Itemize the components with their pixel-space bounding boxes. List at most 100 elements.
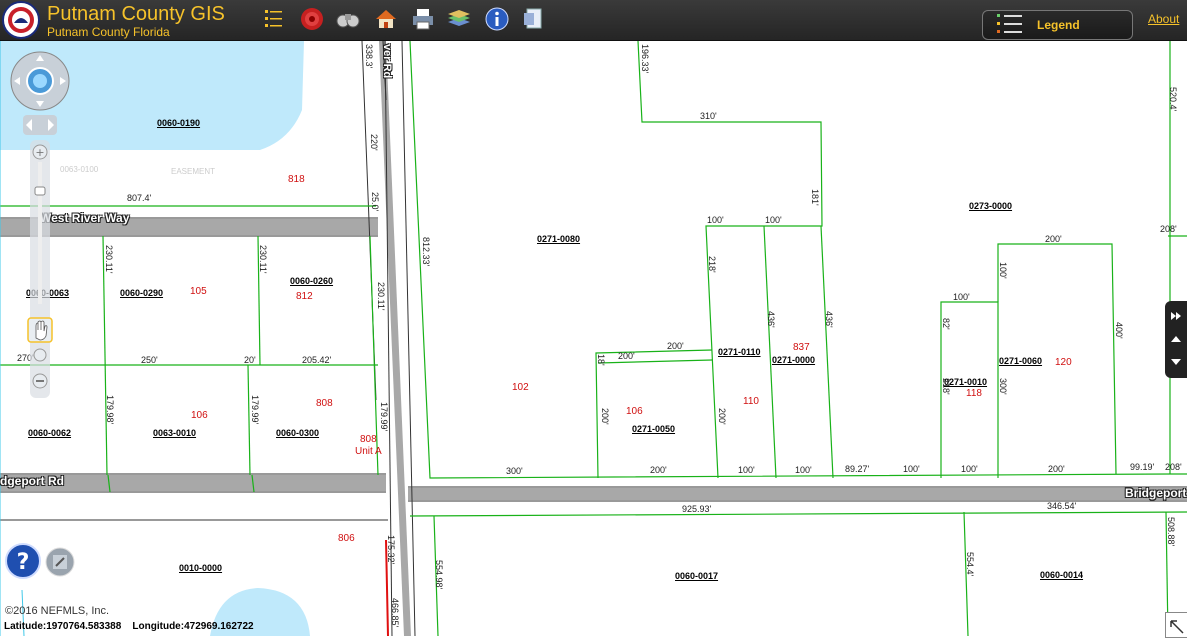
dimension-label-vertical: 508.88'	[1166, 517, 1176, 547]
zoom-refresh-icon[interactable]	[33, 348, 47, 362]
dimension-label: 100'	[961, 464, 978, 474]
layers-list-icon	[265, 10, 282, 27]
overview-map-button[interactable]	[44, 546, 76, 578]
scroll-down-button[interactable]	[1169, 355, 1183, 369]
address-number: 812	[296, 291, 313, 302]
stack-button[interactable]	[446, 6, 472, 32]
county-seal-logo	[2, 1, 40, 39]
dimension-label: 300'	[506, 466, 523, 476]
parcel-id-label: 0060-0260	[290, 276, 334, 286]
copyright-text: ©2016 NEFMLS, Inc.	[5, 605, 110, 617]
dimension-label-vertical: 200'	[600, 408, 610, 425]
easement-label: EASEMENT	[171, 167, 216, 176]
app-header: Putnam County GIS Putnam County Florida	[0, 0, 1187, 41]
info-button[interactable]	[484, 6, 510, 32]
layers-list-button[interactable]	[261, 6, 287, 32]
home-icon	[376, 10, 396, 28]
dimension-label-vertical: 18'	[596, 354, 606, 366]
dimension-label: 346.54'	[1047, 501, 1077, 511]
dimension-label: 89.27'	[845, 464, 870, 474]
address-number: 808	[316, 398, 333, 409]
binoculars-button[interactable]	[335, 6, 361, 32]
map-canvas[interactable]: 0060-01900271-00800273-00000060-00630060…	[0, 41, 1187, 636]
parcel-id-label: 0060-0290	[120, 288, 164, 298]
road-label-bridgeport-east: Bridgeport	[1125, 486, 1187, 500]
dimension-label-vertical: 179.99'	[250, 395, 260, 425]
dimension-label: 100'	[795, 465, 812, 475]
triangle-up-icon	[1171, 336, 1181, 342]
parcel-id-label: 0271-0060	[999, 356, 1043, 366]
stack-icon	[448, 10, 470, 26]
document-icon	[524, 8, 542, 29]
parcel-map[interactable]	[0, 41, 1187, 636]
road-label-bridgeport-rd: dgeport Rd	[0, 474, 64, 488]
dimension-label-vertical: 181'	[810, 189, 820, 206]
target-icon	[301, 8, 323, 30]
dimension-label-vertical: 100'	[998, 262, 1008, 279]
dimension-label: 200'	[650, 465, 667, 475]
app-title: Putnam County GIS	[47, 3, 225, 25]
parcel-id-label: 0271-0000	[772, 355, 816, 365]
side-tool-panel	[1165, 301, 1187, 378]
overview-map-icon	[45, 547, 75, 577]
help-button[interactable]: ?	[4, 542, 42, 580]
expand-panel-button[interactable]	[1169, 309, 1183, 323]
dimension-label: 200'	[667, 341, 684, 351]
zoom-slider[interactable]: +	[27, 140, 53, 398]
pan-control[interactable]	[10, 51, 70, 111]
home-button[interactable]	[373, 6, 399, 32]
map-navigation-control[interactable]: +	[8, 50, 72, 400]
dimension-label-vertical: 466.85'	[390, 598, 400, 628]
dimension-label: 925.93'	[682, 504, 712, 514]
parcel-id-label: 0060-0300	[276, 428, 320, 438]
coordinate-readout: Latitude:1970764.583388 Longitude:472969…	[4, 621, 254, 632]
extent-arrows[interactable]	[23, 115, 57, 135]
dimension-label-vertical: 812.33'	[421, 237, 431, 267]
longitude-label: Longitude:	[132, 621, 185, 632]
address-number: 808	[360, 434, 377, 445]
binoculars-icon	[336, 14, 360, 28]
address-number: 105	[190, 286, 207, 297]
dimension-label-vertical: 175.32'	[386, 535, 396, 565]
dimension-label: 99.19'	[1130, 462, 1155, 472]
app-subtitle: Putnam County Florida	[47, 25, 170, 39]
parcel-id-label: 0271-0080	[537, 234, 581, 244]
target-button[interactable]	[299, 6, 325, 32]
print-button[interactable]	[410, 6, 436, 32]
zoom-slider-handle[interactable]	[34, 186, 46, 196]
dimension-label: 20'	[244, 355, 256, 365]
address-number: 118	[966, 388, 982, 399]
dimension-label: 100'	[738, 465, 755, 475]
dimension-label-vertical: 218'	[941, 378, 951, 395]
print-icon	[413, 9, 433, 30]
dimension-label: 200'	[1045, 234, 1062, 244]
dimension-label-vertical: 300'	[998, 378, 1008, 395]
address-number: 837	[793, 342, 810, 353]
dimension-label-vertical: 220'	[369, 134, 379, 151]
parcel-id-label: 0060-0017	[675, 571, 719, 581]
scroll-up-button[interactable]	[1169, 332, 1183, 346]
address-number: 110	[743, 396, 759, 407]
document-button[interactable]	[521, 6, 547, 32]
dimension-label: 100'	[903, 464, 920, 474]
dimension-label: 208'	[1160, 224, 1177, 234]
dimension-label: 200'	[618, 351, 635, 361]
dimension-label-vertical: 179.98'	[105, 395, 115, 425]
parcel-id-label: 0060-0014	[1040, 570, 1084, 580]
legend-button[interactable]: Legend	[982, 10, 1133, 40]
dimension-label-vertical: 554.4'	[965, 552, 975, 577]
parcel-id-label: 0010-0000	[179, 563, 223, 573]
about-link[interactable]: About	[1148, 12, 1179, 26]
latitude-label: Latitude:	[4, 621, 47, 632]
dimension-label-vertical: 400'	[1114, 322, 1124, 339]
legend-list-icon	[997, 14, 1022, 33]
dimension-label: 100'	[765, 215, 782, 225]
collapse-corner-button[interactable]	[1165, 612, 1187, 638]
parcel-id-label: 0063-0010	[153, 428, 197, 438]
svg-text:?: ?	[17, 550, 30, 575]
dimension-label: 310'	[700, 111, 717, 121]
address-number: 106	[191, 410, 208, 421]
parcel-id-label: 0060-0190	[157, 118, 201, 128]
parcel-id-label: 0060-0062	[28, 428, 72, 438]
address-number: 120	[1055, 357, 1072, 368]
